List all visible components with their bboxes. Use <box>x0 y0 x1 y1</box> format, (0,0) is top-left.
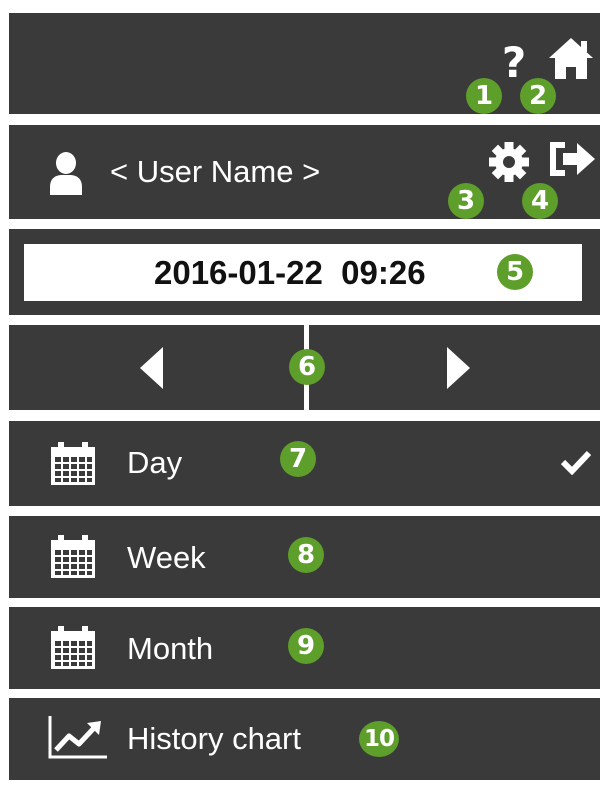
callout-badge-6: 6 <box>289 349 325 385</box>
user-name: < User Name > <box>110 154 321 189</box>
home-button[interactable] <box>546 35 596 81</box>
menu-item-label: Day <box>127 445 183 480</box>
user-icon <box>50 152 82 195</box>
settings-button[interactable] <box>487 140 531 184</box>
callout-badge-9: 9 <box>288 628 324 664</box>
question-icon: ? <box>502 38 526 87</box>
callout-badge-3: 3 <box>448 183 484 219</box>
previous-button[interactable] <box>109 335 199 400</box>
callout-badge-7: 7 <box>280 441 316 477</box>
menu-item-history-chart[interactable]: History chart 10 <box>9 698 600 780</box>
datetime-value: 2016-01-22 09:26 <box>154 254 426 291</box>
callout-badge-4: 4 <box>522 183 558 219</box>
triangle-right-icon <box>447 347 470 389</box>
calendar-icon <box>51 535 95 578</box>
calendar-icon <box>51 442 95 485</box>
callout-badge-10: 10 <box>359 721 399 757</box>
logout-icon <box>550 142 595 176</box>
calendar-icon <box>51 626 95 669</box>
triangle-left-icon <box>140 347 163 389</box>
checkmark-icon <box>561 450 591 475</box>
svg-text:?: ? <box>502 39 526 83</box>
menu-item-label: Week <box>127 540 206 575</box>
callout-badge-2: 2 <box>520 78 556 114</box>
help-button[interactable]: ? <box>497 38 531 87</box>
logout-button[interactable] <box>547 139 597 179</box>
menu-item-week[interactable]: Week 8 <box>9 516 600 598</box>
user-bar: < User Name > 3 4 <box>9 125 600 219</box>
datetime-field[interactable]: 2016-01-22 09:26 5 <box>24 244 582 301</box>
menu-item-label: Month <box>127 631 214 666</box>
callout-badge-1: 1 <box>466 78 502 114</box>
nav-bar: 6 <box>9 325 600 410</box>
menu-item-label: History chart <box>127 721 301 756</box>
menu-item-day[interactable]: Day 7 <box>9 421 600 506</box>
menu-item-month[interactable]: Month 9 <box>9 607 600 689</box>
next-button[interactable] <box>409 335 499 400</box>
date-bar: 2016-01-22 09:26 5 <box>9 229 600 315</box>
home-icon <box>549 38 593 79</box>
gear-icon <box>489 142 529 182</box>
callout-badge-5: 5 <box>497 254 533 290</box>
screen: { "header": { "help_badge": "1", "home_b… <box>0 0 606 787</box>
callout-badge-8: 8 <box>288 537 324 573</box>
header-bar: ? 1 2 <box>9 13 600 114</box>
line-chart-icon <box>48 716 107 759</box>
